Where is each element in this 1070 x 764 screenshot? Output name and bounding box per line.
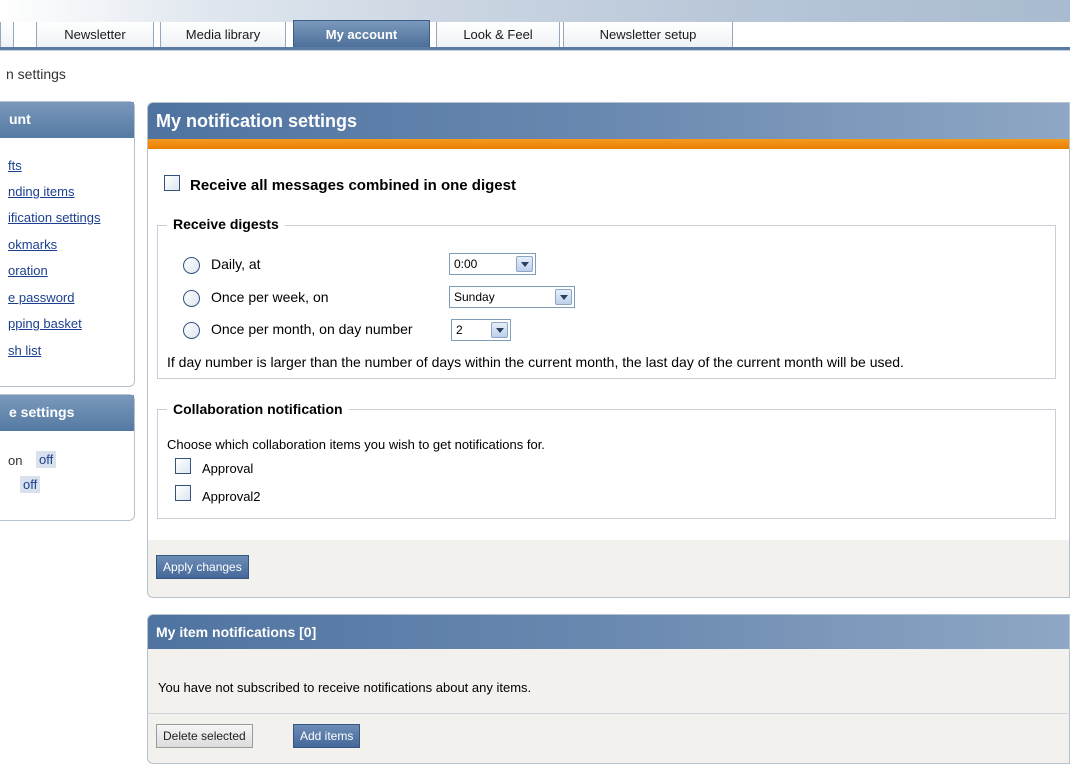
collaboration-fieldset [157, 409, 1056, 519]
delete-selected-button[interactable]: Delete selected [156, 724, 253, 748]
chevron-down-icon [516, 256, 533, 272]
daily-label: Daily, at [211, 256, 261, 272]
item-notifications-body [148, 649, 1069, 705]
monthly-day-select[interactable]: 2 [451, 319, 511, 341]
top-nav-bar: Newsletter Media library My account Look… [0, 0, 1070, 50]
approval2-label: Approval2 [202, 489, 261, 504]
weekly-radio[interactable] [183, 290, 200, 307]
chevron-down-icon [491, 322, 508, 338]
monthly-radio[interactable] [183, 322, 200, 339]
tab-newsletter-setup[interactable]: Newsletter setup [563, 22, 733, 48]
breadcrumb-bar [0, 50, 1070, 94]
tab-my-account[interactable]: My account [293, 20, 430, 48]
sidebar-item-bookmarks[interactable]: okmarks [8, 237, 57, 252]
tab-media-library[interactable]: Media library [160, 22, 286, 48]
sidebar-setting-toggle[interactable]: off [20, 476, 41, 493]
digest-note: If day number is larger than the number … [167, 354, 904, 370]
item-notifications-empty-text: You have not subscribed to receive notif… [158, 680, 532, 695]
tab-left-edge[interactable] [0, 22, 14, 48]
top-band [0, 0, 1070, 22]
tab-newsletter[interactable]: Newsletter [36, 22, 154, 48]
digest-all-checkbox[interactable] [164, 175, 180, 191]
weekly-day-select[interactable]: Sunday [449, 286, 575, 308]
collaboration-intro: Choose which collaboration items you wis… [167, 437, 545, 452]
approval-label: Approval [202, 461, 254, 476]
tab-look-feel[interactable]: Look & Feel [436, 22, 560, 48]
sidebar-item-pending-items[interactable]: nding items [8, 184, 74, 199]
panel-accent-bar [148, 139, 1069, 149]
digest-all-label: Receive all messages combined in one dig… [190, 177, 516, 194]
approval-checkbox[interactable] [175, 458, 191, 474]
apply-changes-button[interactable]: Apply changes [156, 555, 249, 579]
sidebar-item-change-password[interactable]: e password [8, 290, 74, 305]
sidebar-setting-label: on [8, 453, 23, 468]
daily-radio[interactable] [183, 257, 200, 274]
chevron-down-icon [555, 289, 572, 305]
sidebar-account-title: unt [0, 102, 134, 138]
panel-title: My notification settings [148, 103, 1069, 139]
monthly-day-value: 2 [456, 323, 463, 337]
sidebar-settings-title: e settings [0, 395, 134, 431]
breadcrumb: n settings [6, 66, 66, 82]
item-notifications-title: My item notifications [0] [148, 615, 1069, 649]
weekly-label: Once per week, on [211, 289, 329, 305]
sidebar-item-wish-list[interactable]: sh list [8, 343, 41, 358]
daily-time-value: 0:00 [454, 257, 478, 271]
daily-time-select[interactable]: 0:00 [449, 253, 536, 275]
sidebar-item-drafts[interactable]: fts [8, 158, 22, 173]
receive-digests-legend: Receive digests [167, 216, 285, 232]
monthly-label: Once per month, on day number [211, 321, 413, 337]
collaboration-legend: Collaboration notification [167, 401, 349, 417]
sidebar-item-collaboration[interactable]: oration [8, 263, 48, 278]
add-items-button[interactable]: Add items [293, 724, 361, 748]
sidebar-item-notification-settings[interactable]: ification settings [8, 210, 101, 225]
sidebar-setting-toggle[interactable]: off [36, 451, 57, 468]
sidebar-item-shopping-basket[interactable]: pping basket [8, 316, 82, 331]
approval2-checkbox[interactable] [175, 485, 191, 501]
divider [147, 713, 1070, 714]
weekly-day-value: Sunday [454, 290, 495, 304]
